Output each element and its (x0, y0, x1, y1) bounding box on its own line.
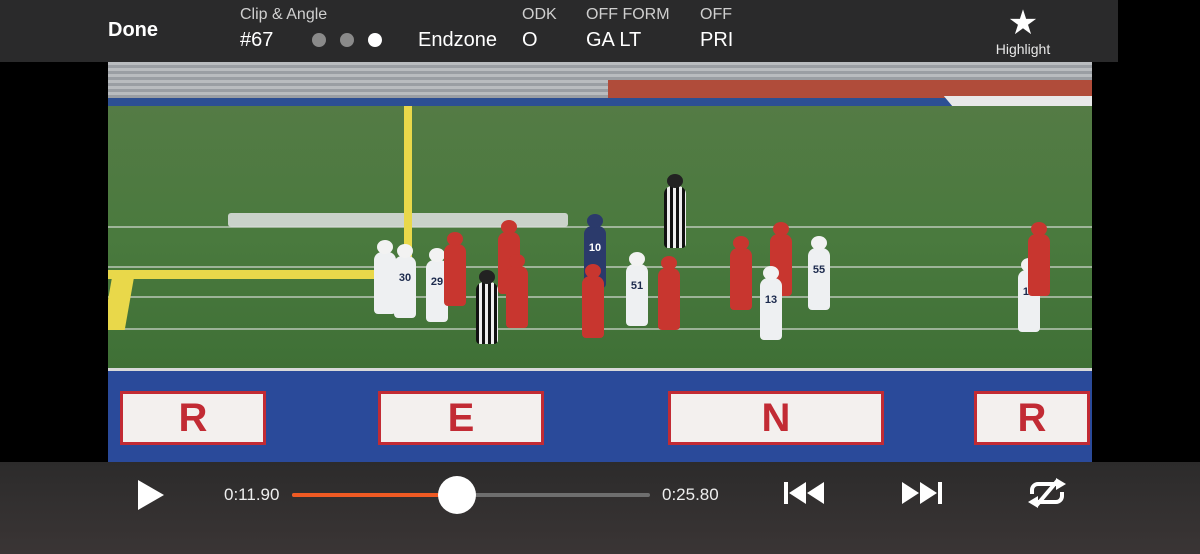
skip-previous-button[interactable] (782, 476, 826, 510)
endzone-letter: R (974, 391, 1090, 445)
off-play-value: PRI (700, 29, 734, 51)
clip-header-bar: Done Clip & Angle #67 Endzone ODK O OFF … (0, 0, 1118, 62)
clip-number: #67 (240, 29, 274, 51)
off-play-label: OFF (700, 6, 732, 23)
skip-next-icon (902, 482, 942, 504)
endzone-letter: E (378, 391, 544, 445)
video-frame[interactable]: 30 29 10 51 55 13 16 R E N R (108, 62, 1092, 462)
angle-dot[interactable] (312, 33, 326, 47)
off-form-value[interactable]: GA LT (586, 29, 641, 52)
goalpost-support (108, 270, 136, 330)
referee (664, 174, 686, 248)
angle-name[interactable]: Endzone (418, 29, 497, 52)
angle-dot-active[interactable] (368, 33, 382, 47)
skip-previous-icon (784, 482, 824, 504)
midfield-logo (228, 213, 568, 227)
playback-controls: 0:11.90 0:25.80 (0, 462, 1200, 554)
off-play-column[interactable]: OFF PRI (700, 0, 736, 62)
player (582, 264, 604, 338)
player (730, 236, 752, 310)
player (444, 232, 466, 306)
play-icon (138, 480, 164, 510)
player (658, 256, 680, 330)
scrubber-progress (292, 493, 457, 497)
scrubber-thumb[interactable] (437, 476, 476, 514)
endzone-letter: R (120, 391, 266, 445)
endzone-letter: N (668, 391, 884, 445)
current-time: 0:11.90 (224, 485, 280, 504)
play-button[interactable] (136, 478, 166, 512)
loop-toggle-button[interactable] (1024, 476, 1068, 510)
player: 30 (394, 244, 416, 318)
odk-label: ODK (522, 6, 557, 23)
player: 13 (760, 266, 782, 340)
done-button[interactable]: Done (108, 19, 158, 42)
angle-selector-dots[interactable] (312, 33, 382, 47)
player: 55 (808, 236, 830, 310)
highlight-button[interactable]: ★ Highlight (988, 6, 1058, 57)
off-form-label: OFF FORM (586, 6, 670, 23)
loop-off-icon (1028, 478, 1066, 508)
clip-angle-label: Clip & Angle (240, 6, 328, 23)
player (1028, 222, 1050, 296)
player: 51 (626, 252, 648, 326)
endzone: R E N R (108, 368, 1092, 462)
far-endline (943, 96, 1092, 106)
player (374, 240, 396, 314)
football-field: 30 29 10 51 55 13 16 (108, 106, 1092, 368)
player (506, 254, 528, 328)
odk-value[interactable]: O (522, 29, 538, 52)
referee (476, 270, 498, 344)
highlight-label: Highlight (995, 41, 1051, 57)
goalpost-crossbar (108, 270, 412, 279)
skip-next-button[interactable] (900, 476, 944, 510)
angle-dot[interactable] (340, 33, 354, 47)
scrubber-track[interactable] (292, 476, 650, 514)
star-icon: ★ (1007, 4, 1039, 42)
header-right-edge (1118, 0, 1200, 62)
end-time: 0:25.80 (662, 485, 719, 504)
